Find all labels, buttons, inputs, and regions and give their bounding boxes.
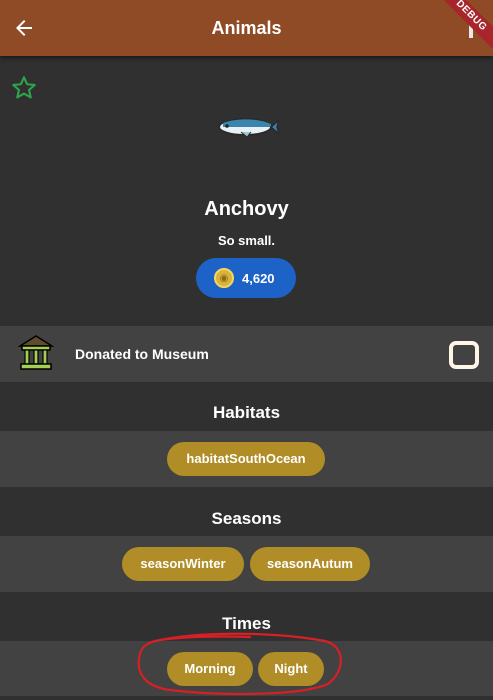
- museum-icon: [18, 335, 54, 370]
- museum-label: Donated to Museum: [75, 346, 209, 362]
- bells-coin-icon: ◉: [214, 268, 234, 288]
- donated-checkbox[interactable]: [449, 341, 479, 369]
- price-value: 4,620: [242, 270, 275, 286]
- times-title: Times: [222, 614, 271, 633]
- season-chip[interactable]: seasonAutum: [250, 547, 370, 581]
- season-chip[interactable]: seasonWinter: [122, 547, 244, 581]
- time-chip[interactable]: Night: [258, 652, 324, 686]
- fish-icon: [218, 118, 279, 138]
- time-chip[interactable]: Morning: [167, 652, 253, 686]
- item-name: Anchovy: [204, 198, 289, 220]
- habitats-title: Habitats: [212, 403, 281, 422]
- seasons-chip-band: [0, 536, 493, 592]
- page-title: Animals: [211, 17, 282, 38]
- app-bar: Animals DEBUG: [0, 0, 493, 58]
- price-badge: ◉ 4,620: [196, 258, 296, 298]
- seasons-title: Seasons: [211, 509, 282, 528]
- item-quote: So small.: [217, 233, 276, 248]
- favorite-star-icon[interactable]: [10, 74, 38, 102]
- back-arrow-icon[interactable]: [12, 16, 36, 40]
- habitat-chip[interactable]: habitatSouthOcean: [167, 442, 325, 476]
- museum-donation-row[interactable]: [0, 326, 493, 382]
